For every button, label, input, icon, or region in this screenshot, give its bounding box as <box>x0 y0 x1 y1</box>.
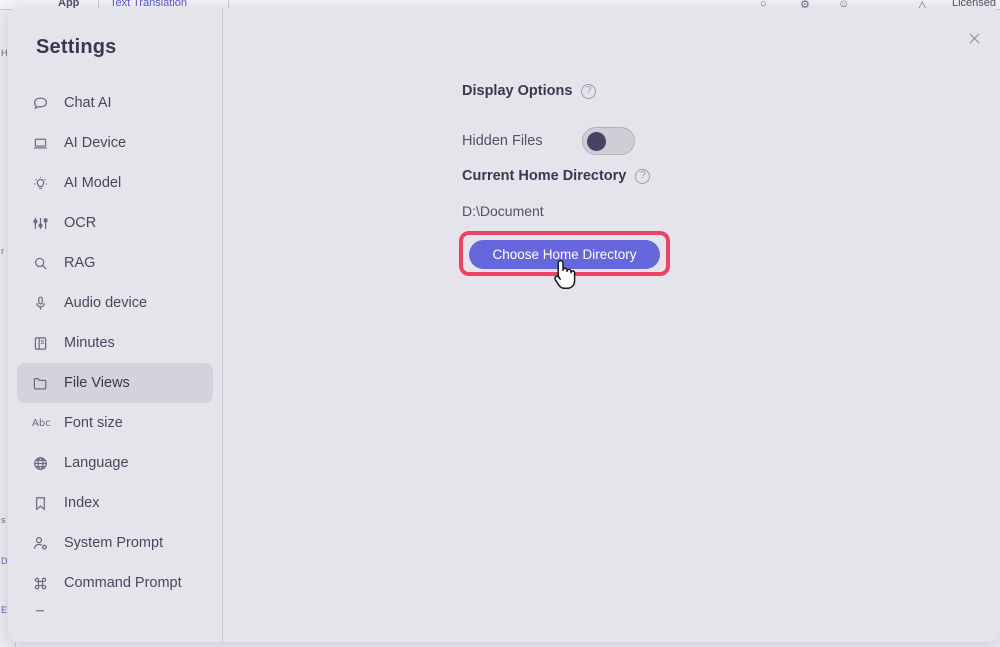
book-panel-icon <box>32 333 54 353</box>
sidebar-item-label: File Views <box>64 375 130 391</box>
hidden-files-toggle[interactable] <box>582 127 635 155</box>
sidebar-item-ai-model[interactable]: AI Model <box>17 163 213 203</box>
sidebar-item-audio-device[interactable]: Audio device <box>17 283 213 323</box>
choose-home-directory-button[interactable]: Choose Home Directory <box>469 240 660 269</box>
settings-dialog: Settings Chat AI AI Device AI Model OCR … <box>8 8 1000 642</box>
close-icon[interactable] <box>962 26 986 50</box>
sidebar-item-chat-ai[interactable]: Chat AI <box>17 83 213 123</box>
bookmark-icon <box>32 493 54 513</box>
sidebar-item-label: OCR <box>64 215 97 231</box>
home-directory-path: D:\Document <box>462 203 544 219</box>
sidebar-item-command-prompt[interactable]: Command Prompt <box>17 563 213 603</box>
page-title: Settings <box>36 36 117 58</box>
user-gear-icon <box>32 533 54 553</box>
edge-text-fragment: D <box>1 556 8 566</box>
command-key-icon <box>32 573 54 593</box>
sidebar-item-label: Language <box>64 455 129 471</box>
lightbulb-icon <box>32 173 54 193</box>
section-heading-label: Display Options <box>462 83 573 99</box>
sidebar-item-label: Chat AI <box>64 95 112 111</box>
sidebar-item-label: AI Device <box>64 135 127 151</box>
settings-sidebar: Settings Chat AI AI Device AI Model OCR … <box>8 8 223 642</box>
help-circle-icon[interactable]: ? <box>635 168 651 184</box>
microphone-icon <box>32 293 54 313</box>
sidebar-item-label: Font size <box>64 415 123 431</box>
edge-text-fragment: E <box>1 605 8 615</box>
toggle-knob <box>587 132 606 151</box>
settings-nav-list: Chat AI AI Device AI Model OCR RAG Audio… <box>8 83 222 625</box>
search-icon <box>32 253 54 273</box>
sidebar-item-font-size[interactable]: Abc Font size <box>17 403 213 443</box>
sidebar-item-partial[interactable] <box>17 603 213 625</box>
partial-icon <box>32 605 54 625</box>
sidebar-item-minutes[interactable]: Minutes <box>17 323 213 363</box>
folder-icon <box>32 373 54 393</box>
help-circle-icon[interactable]: ? <box>581 83 597 99</box>
sidebar-item-system-prompt[interactable]: System Prompt <box>17 523 213 563</box>
sidebar-item-label: Minutes <box>64 335 115 351</box>
chat-bubble-icon <box>32 93 54 113</box>
sidebar-item-label: Index <box>64 495 100 511</box>
hidden-files-row: Hidden Files <box>462 127 635 155</box>
sliders-icon <box>32 213 54 233</box>
sidebar-item-label: AI Model <box>64 175 122 191</box>
settings-content-panel: Display Options ? Hidden Files Current H… <box>223 8 1000 642</box>
hidden-files-label: Hidden Files <box>462 133 543 149</box>
sidebar-item-label: RAG <box>64 255 96 271</box>
laptop-icon <box>32 133 54 153</box>
edge-text-fragment: r <box>1 246 4 256</box>
sidebar-item-index[interactable]: Index <box>17 483 213 523</box>
sidebar-item-label: Audio device <box>64 295 148 311</box>
sidebar-item-ai-device[interactable]: AI Device <box>17 123 213 163</box>
current-home-directory-heading: Current Home Directory ? <box>462 168 651 184</box>
sidebar-item-ocr[interactable]: OCR <box>17 203 213 243</box>
sidebar-item-label: System Prompt <box>64 535 164 551</box>
section-heading-label: Current Home Directory <box>462 168 627 184</box>
edge-text-fragment: s <box>1 515 6 525</box>
globe-icon <box>32 453 54 473</box>
sidebar-item-language[interactable]: Language <box>17 443 213 483</box>
display-options-heading: Display Options ? <box>462 83 597 99</box>
abc-text-icon: Abc <box>32 417 51 429</box>
sidebar-item-file-views[interactable]: File Views <box>17 363 213 403</box>
edge-text-fragment: H <box>1 48 8 58</box>
sidebar-item-label: Command Prompt <box>64 575 182 591</box>
sidebar-item-rag[interactable]: RAG <box>17 243 213 283</box>
